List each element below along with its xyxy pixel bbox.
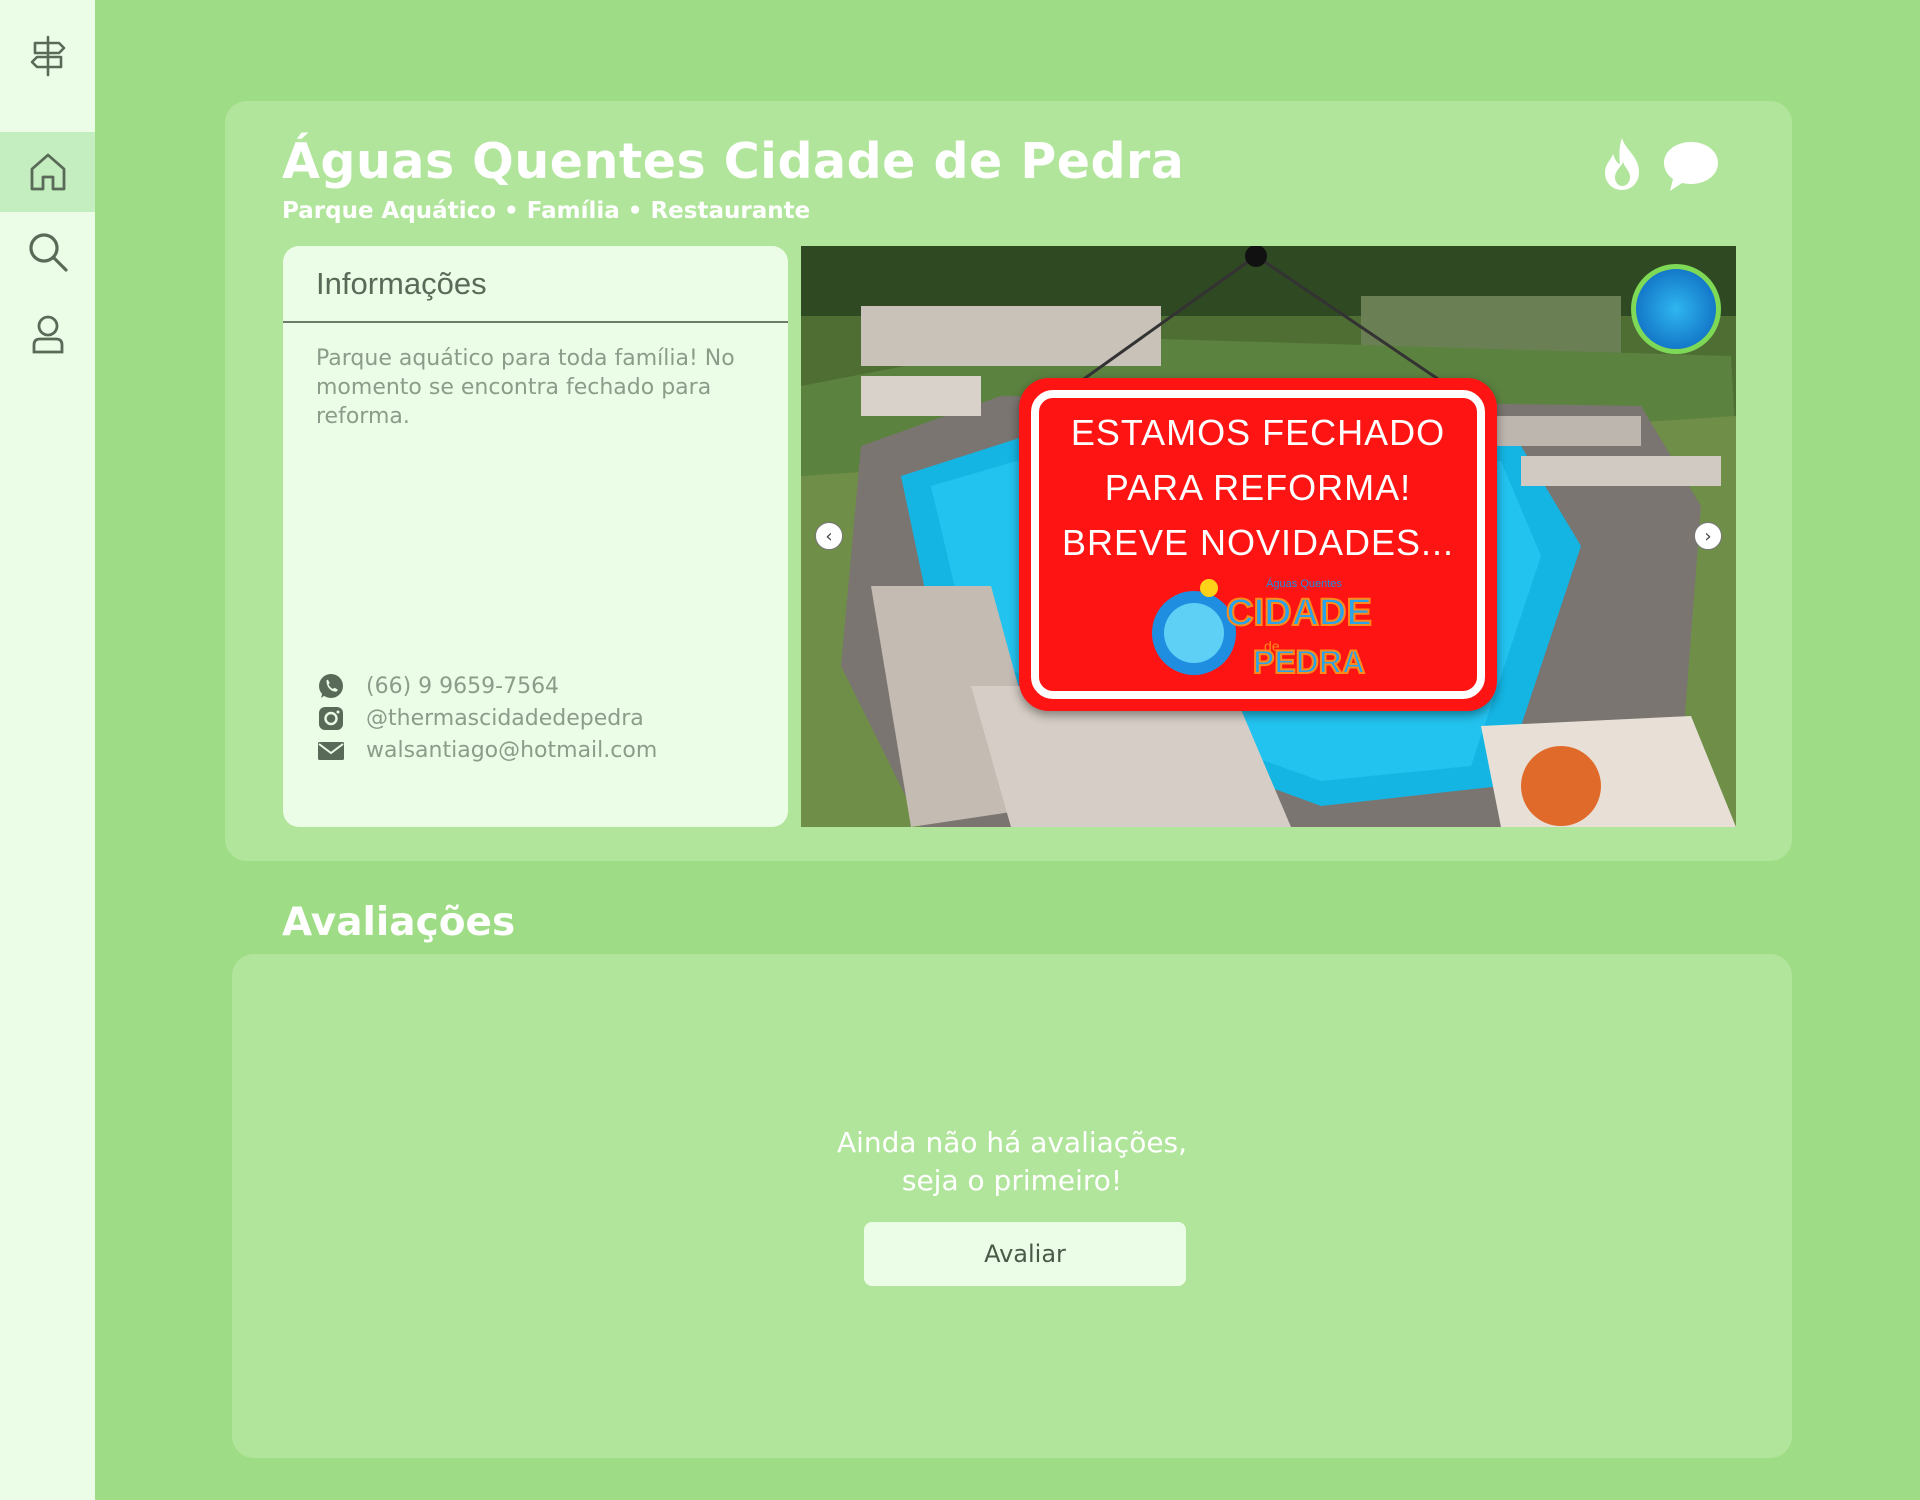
empty-line-1: Ainda não há avaliações, [836, 1126, 1188, 1159]
sidebar-item-directions[interactable] [0, 16, 95, 96]
park-logo: Águas Quentes CIDADE de PEDRA [1152, 577, 1373, 681]
place-categories: Parque Aquático • Família • Restaurante [282, 198, 811, 224]
chevron-left-icon: ‹ [825, 525, 833, 547]
carousel-next-button[interactable]: › [1694, 522, 1722, 550]
svg-text:CIDADE: CIDADE [1226, 592, 1372, 634]
chat-bubble-icon [1664, 142, 1718, 191]
flame-button[interactable] [1599, 136, 1645, 192]
svg-text:Águas Quentes: Águas Quentes [1266, 577, 1342, 590]
contact-instagram[interactable]: @thermascidadedepedra [316, 704, 644, 732]
carousel-prev-button[interactable]: ‹ [815, 522, 843, 550]
reviews-title: Avaliações [282, 900, 516, 945]
comments-button[interactable] [1662, 138, 1720, 194]
empty-line-2: seja o primeiro! [901, 1164, 1123, 1197]
park-logo-badge [1631, 264, 1721, 354]
contact-instagram-text: @thermascidadedepedra [366, 705, 644, 731]
sidebar-item-profile[interactable] [0, 295, 95, 375]
info-heading: Informações [316, 265, 487, 301]
sidebar-item-search[interactable] [0, 212, 95, 292]
chevron-right-icon: › [1704, 525, 1712, 547]
page-title: Águas Quentes Cidade de Pedra [282, 133, 1185, 190]
sidebar [0, 0, 95, 1500]
sign-line-2: PARA REFORMA! [1104, 467, 1412, 508]
info-description: Parque aquático para toda família! No mo… [316, 346, 735, 429]
contact-phone-text: (66) 9 9659-7564 [366, 673, 560, 699]
instagram-icon [319, 707, 343, 730]
reviews-empty-message: Ainda não há avaliações, seja o primeiro… [232, 1124, 1792, 1200]
flame-icon [1605, 138, 1639, 190]
info-header: Informações [283, 246, 788, 323]
rate-button[interactable]: Avaliar [864, 1222, 1186, 1286]
reviews-card: Ainda não há avaliações, seja o primeiro… [232, 954, 1792, 1458]
signpost-icon [30, 35, 65, 77]
home-icon [30, 153, 65, 191]
closed-sign: ESTAMOS FECHADO PARA REFORMA! BREVE NOVI… [1019, 378, 1497, 711]
contact-phone[interactable]: (66) 9 9659-7564 [316, 672, 559, 700]
contact-email[interactable]: walsantiago@hotmail.com [316, 736, 657, 764]
contact-email-text: walsantiago@hotmail.com [366, 737, 658, 763]
whatsapp-icon [319, 674, 343, 698]
sidebar-item-home[interactable] [0, 132, 95, 212]
info-panel: Informações Parque aquático para toda fa… [283, 246, 788, 827]
user-icon [32, 315, 63, 354]
photo-carousel: ESTAMOS FECHADO PARA REFORMA! BREVE NOVI… [801, 246, 1736, 827]
svg-text:PEDRA: PEDRA [1253, 644, 1365, 680]
sign-line-3: BREVE NOVIDADES... [1061, 522, 1455, 563]
sign-line-1: ESTAMOS FECHADO [1070, 412, 1446, 453]
mail-icon [318, 742, 344, 760]
search-icon [28, 233, 68, 272]
